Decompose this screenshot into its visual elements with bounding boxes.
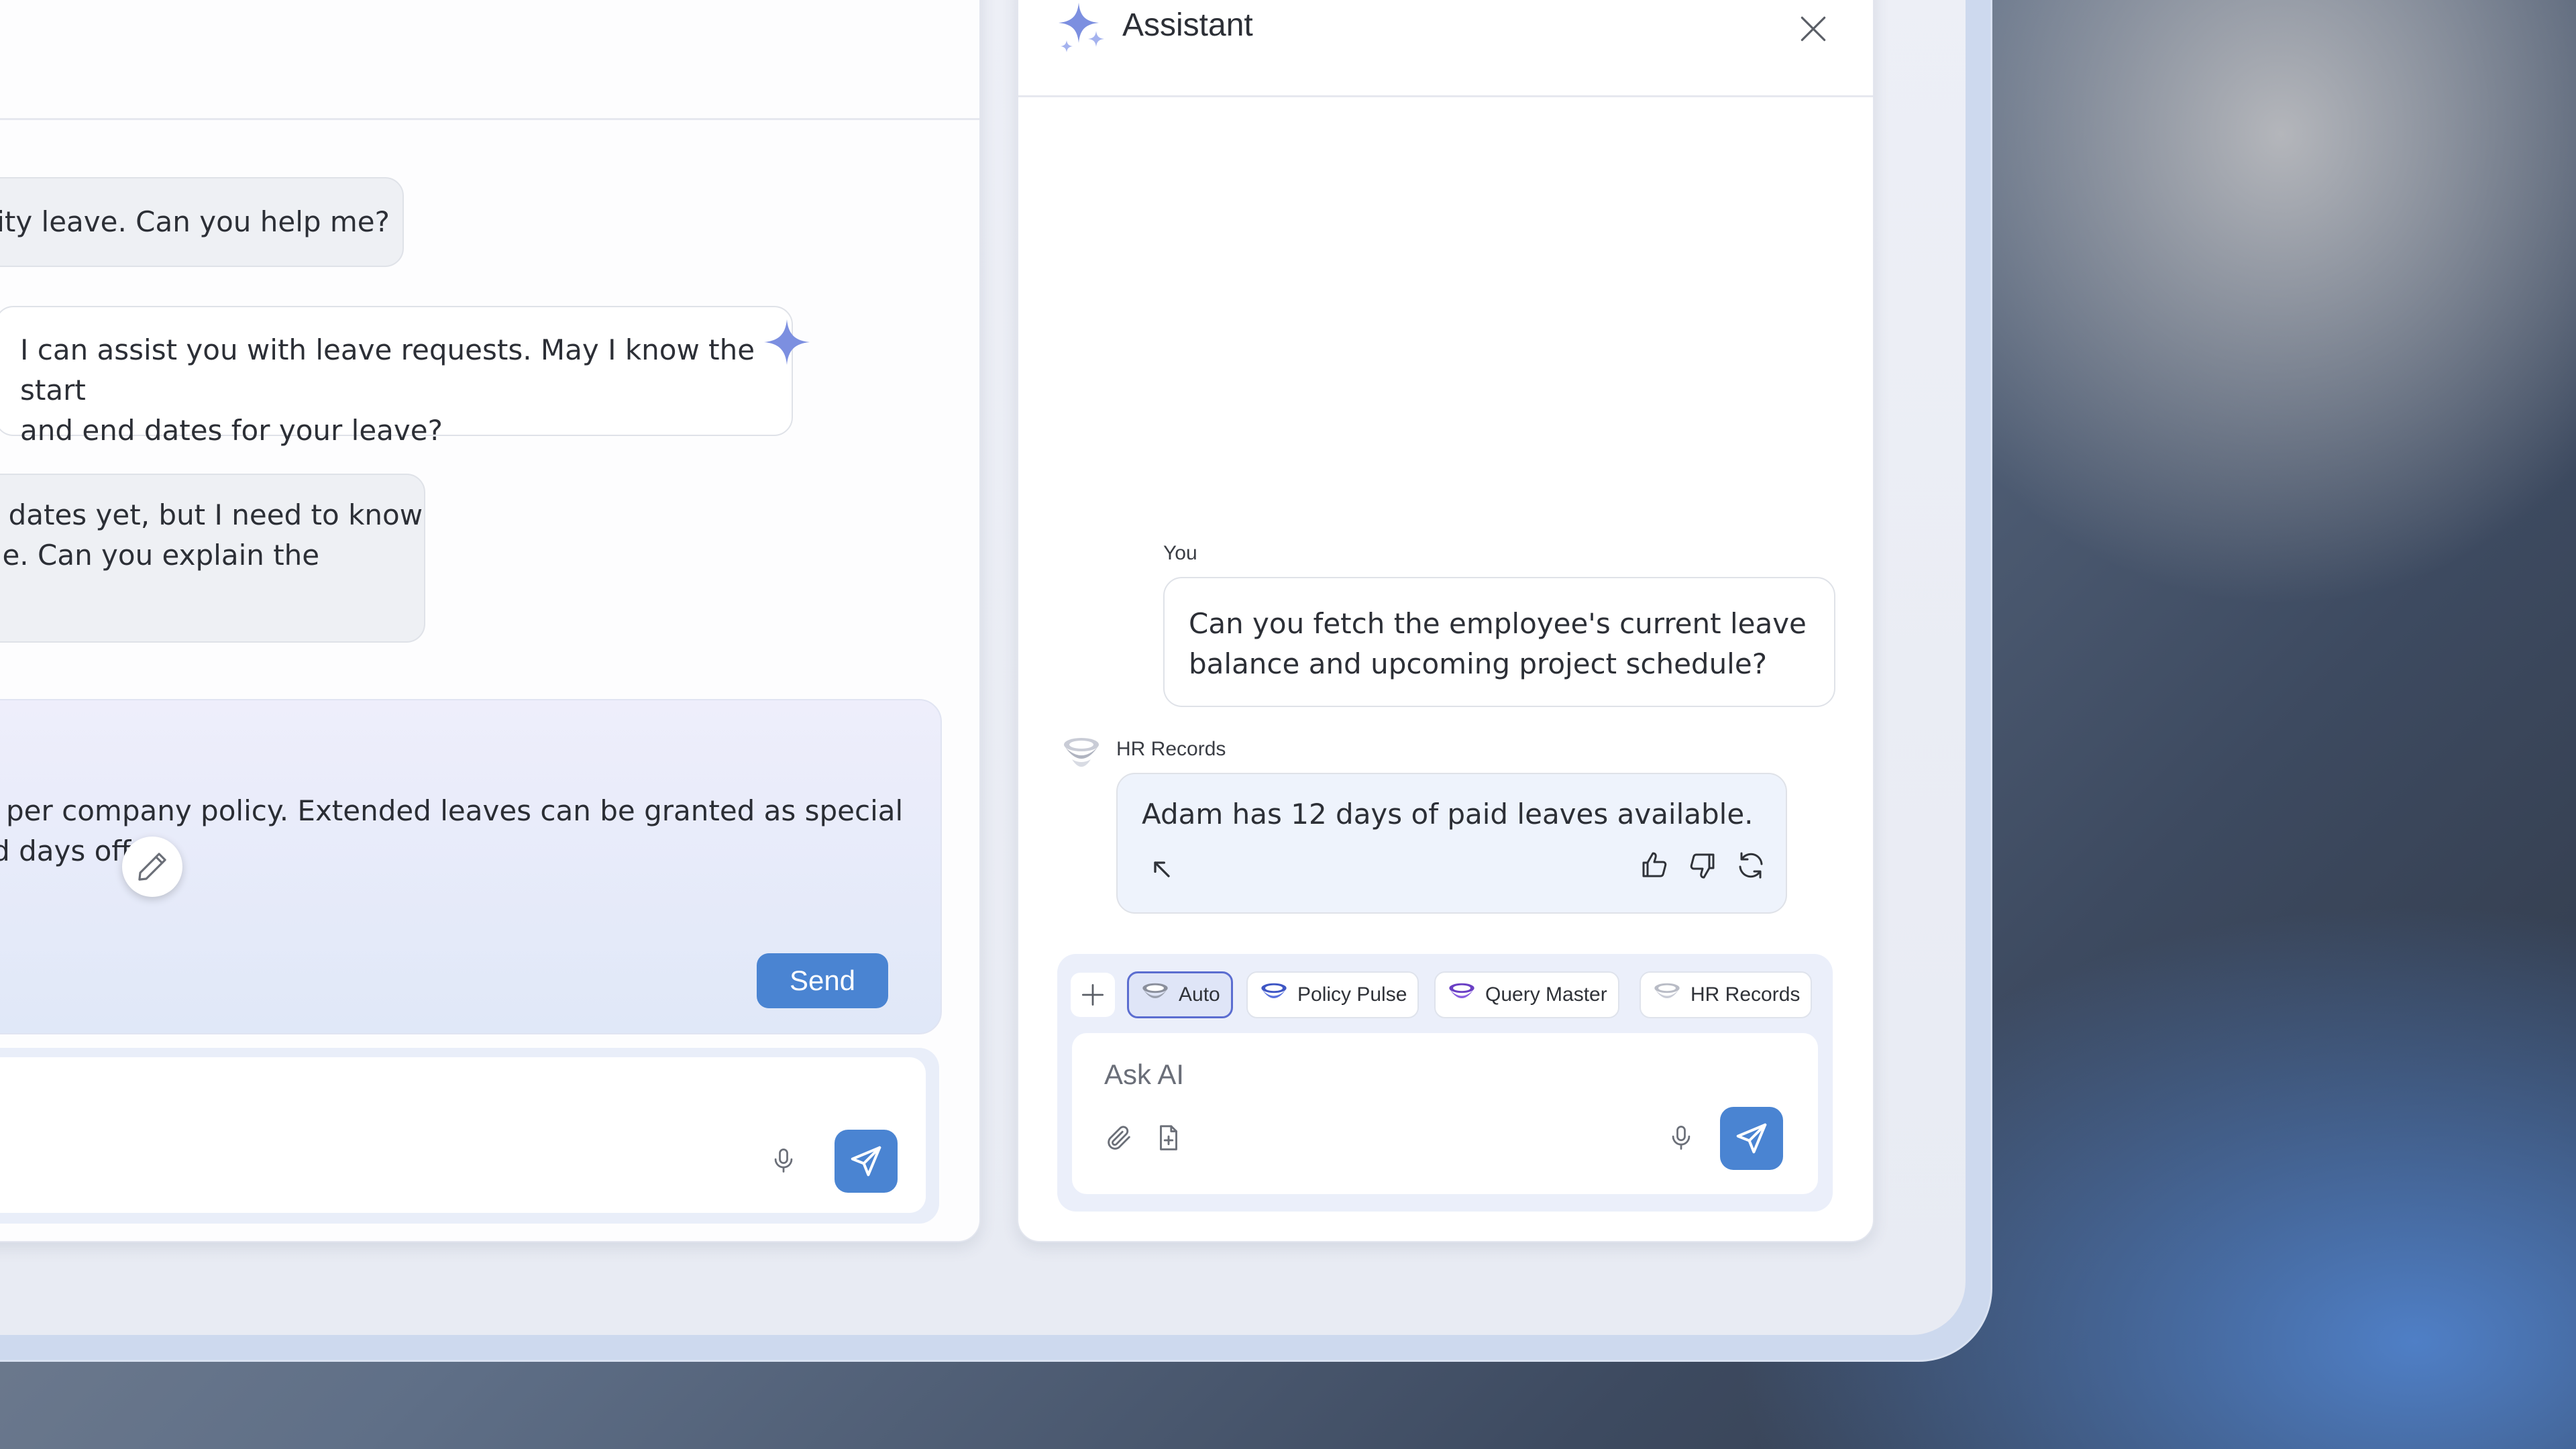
- responder-label: HR Records: [1116, 738, 1226, 760]
- ask-ai-input[interactable]: Ask AI: [1072, 1033, 1818, 1194]
- chip-label: HR Records: [1690, 983, 1801, 1006]
- message-text-line: I can assist you with leave requests. Ma…: [20, 333, 755, 407]
- chat-panel: aternity leave. Can you help me? I can a…: [0, 0, 981, 1242]
- ai-composer: Auto Policy Pulse Query Master HR Record…: [1057, 954, 1833, 1212]
- assistant-response: Adam has 12 days of paid leaves availabl…: [1116, 773, 1787, 914]
- chat-input-container: [0, 1048, 939, 1224]
- assistant-header: Assistant: [1018, 0, 1873, 97]
- chat-header: [0, 0, 979, 120]
- message-text-line: Can you fetch the employee's current lea…: [1189, 607, 1807, 640]
- agent-chip-query-master[interactable]: Query Master: [1434, 971, 1619, 1018]
- plus-icon[interactable]: [1071, 973, 1115, 1017]
- message-text-line: exact dates yet, but I need to know: [0, 498, 423, 531]
- chat-input[interactable]: [0, 1057, 926, 1213]
- refresh-icon[interactable]: [1731, 845, 1771, 885]
- message-text-line: ossible. Can you explain the: [0, 539, 320, 572]
- agent-icon: [1654, 983, 1680, 999]
- device-frame: aternity leave. Can you help me? I can a…: [0, 0, 1992, 1362]
- user-message: aternity leave. Can you help me?: [0, 177, 404, 267]
- close-icon[interactable]: [1790, 5, 1837, 52]
- expand-arrow-icon[interactable]: [1144, 852, 1179, 887]
- sender-label: You: [1163, 542, 1197, 564]
- message-text-line: balance and upcoming project schedule?: [1189, 647, 1767, 680]
- add-file-icon[interactable]: [1148, 1118, 1189, 1158]
- microphone-icon[interactable]: [763, 1140, 804, 1181]
- send-button[interactable]: Send: [757, 953, 888, 1008]
- agent-icon: [1142, 983, 1168, 999]
- chip-label: Auto: [1179, 983, 1220, 1006]
- assistant-title: Assistant: [1122, 7, 1253, 43]
- chip-label: Policy Pulse: [1297, 983, 1407, 1006]
- app-screen: aternity leave. Can you help me? I can a…: [0, 0, 1966, 1335]
- user-message: Can you fetch the employee's current lea…: [1163, 577, 1835, 707]
- response-text: Adam has 12 days of paid leaves availabl…: [1142, 798, 1754, 830]
- input-placeholder: Ask AI: [1104, 1059, 1185, 1090]
- agent-icon: [1261, 983, 1287, 999]
- thumbs-down-icon[interactable]: [1682, 845, 1723, 885]
- edit-text-line: ve as per company policy. Extended leave…: [0, 794, 904, 827]
- microphone-icon[interactable]: [1661, 1118, 1701, 1158]
- assistant-message: I can assist you with leave requests. Ma…: [0, 306, 793, 447]
- message-text-line: and end dates for your leave?: [20, 414, 443, 447]
- paperclip-icon[interactable]: [1099, 1118, 1139, 1158]
- send-icon[interactable]: [1720, 1107, 1783, 1170]
- agent-chip-hr-records[interactable]: HR Records: [1640, 971, 1813, 1018]
- user-message: exact dates yet, but I need to know ossi…: [0, 474, 425, 643]
- hr-records-avatar: [1060, 733, 1103, 778]
- agent-chip-auto[interactable]: Auto: [1127, 971, 1233, 1018]
- send-icon[interactable]: [835, 1130, 898, 1193]
- assistant-panel: Assistant You Can you fetch the employee…: [1017, 0, 1874, 1242]
- message-text: aternity leave. Can you help me?: [0, 205, 390, 238]
- agent-chip-policy-pulse[interactable]: Policy Pulse: [1246, 971, 1419, 1018]
- pencil-icon[interactable]: [122, 837, 182, 897]
- agent-icon: [1449, 983, 1474, 999]
- thumbs-up-icon[interactable]: [1634, 845, 1674, 885]
- chip-label: Query Master: [1485, 983, 1607, 1006]
- sparkle-icon: [763, 318, 811, 369]
- sparkles-icon: [1059, 0, 1106, 56]
